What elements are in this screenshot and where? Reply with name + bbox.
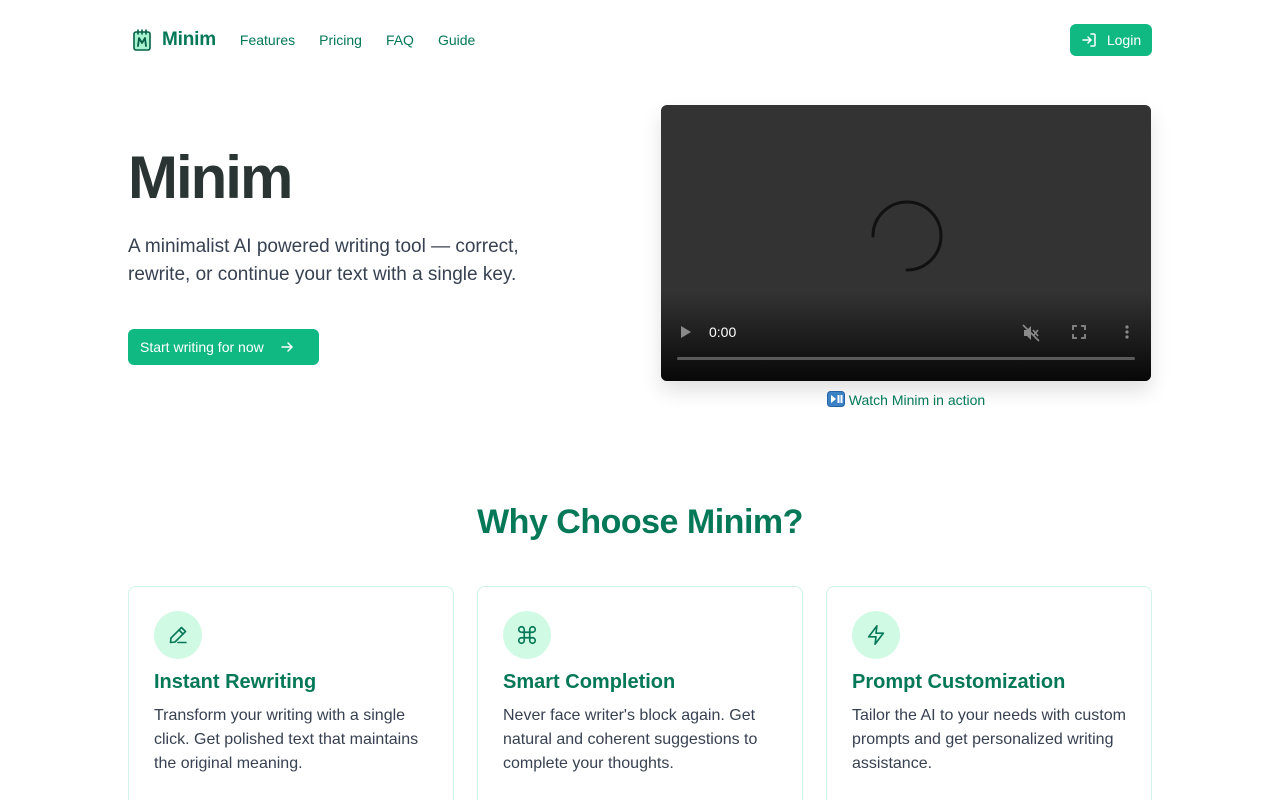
fullscreen-icon[interactable]	[1071, 324, 1087, 340]
video-caption: Watch Minim in action	[661, 391, 1151, 408]
start-writing-button[interactable]: Start writing for now	[128, 329, 319, 365]
top-nav: Minim Features Pricing FAQ Guide Login	[128, 24, 1152, 56]
loading-spinner-icon	[871, 200, 943, 272]
notepad-logo-icon	[133, 29, 151, 51]
nav-links: Features Pricing FAQ Guide	[240, 32, 475, 48]
login-label: Login	[1106, 32, 1142, 48]
video-caption-text: Watch Minim in action	[848, 392, 986, 408]
feature-title: Instant Rewriting	[154, 671, 317, 693]
video-progress-bar[interactable]	[677, 357, 1135, 360]
video-time: 0:00	[709, 324, 737, 340]
login-button[interactable]: Login	[1070, 24, 1152, 56]
arrow-right-icon	[280, 342, 293, 352]
hero-title: Minim	[128, 144, 293, 211]
feature-icon-wrap	[852, 611, 900, 659]
feature-card-prompt: Prompt Customization Tailor the AI to yo…	[826, 586, 1152, 800]
nav-link-faq[interactable]: FAQ	[386, 32, 414, 48]
feature-card-completion: Smart Completion Never face writer's blo…	[477, 586, 803, 800]
login-icon	[1082, 33, 1096, 47]
more-options-icon[interactable]	[1121, 324, 1133, 340]
demo-video[interactable]: 0:00	[661, 105, 1151, 381]
nav-link-guide[interactable]: Guide	[438, 32, 475, 48]
features-heading: Why Choose Minim?	[477, 503, 803, 541]
feature-description: Never face writer's block again. Get nat…	[503, 707, 758, 772]
brand-name: Minim	[162, 29, 216, 50]
pencil-icon	[169, 626, 187, 644]
brand[interactable]: Minim	[132, 29, 216, 51]
feature-description: Transform your writing with a single cli…	[154, 707, 419, 772]
feature-icon-wrap	[154, 611, 202, 659]
start-writing-label: Start writing for now	[140, 339, 264, 355]
command-icon	[517, 625, 537, 645]
feature-icon-wrap	[503, 611, 551, 659]
lightning-icon	[867, 625, 885, 645]
feature-description: Tailor the AI to your needs with custom …	[852, 707, 1126, 772]
nav-link-features[interactable]: Features	[240, 32, 295, 48]
nav-link-pricing[interactable]: Pricing	[319, 32, 362, 48]
muted-volume-icon[interactable]	[1022, 324, 1040, 342]
hero-subtitle: A minimalist AI powered writing tool — c…	[128, 236, 519, 285]
feature-card-rewriting: Instant Rewriting Transform your writing…	[128, 586, 454, 800]
play-icon[interactable]	[680, 325, 692, 339]
play-pause-emoji-icon	[826, 391, 845, 407]
feature-title: Prompt Customization	[852, 671, 1066, 693]
feature-title: Smart Completion	[503, 671, 676, 693]
